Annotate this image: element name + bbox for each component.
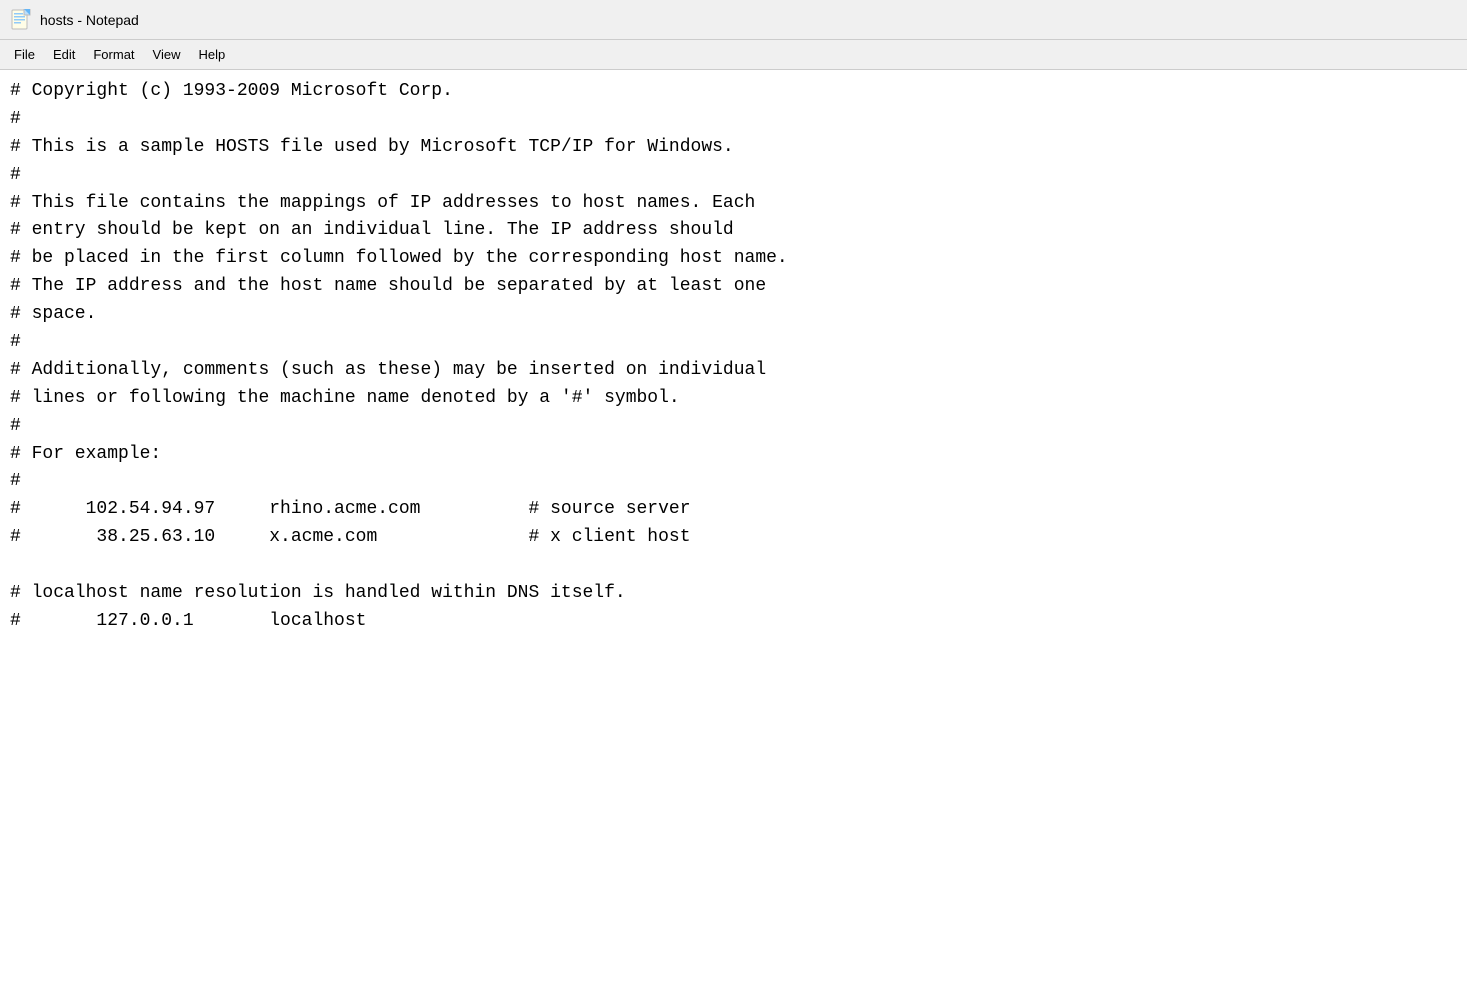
menu-file[interactable]: File xyxy=(6,44,43,65)
menu-view[interactable]: View xyxy=(145,44,189,65)
title-bar: hosts - Notepad xyxy=(0,0,1467,40)
menu-help[interactable]: Help xyxy=(190,44,233,65)
menu-format[interactable]: Format xyxy=(85,44,142,65)
notepad-icon xyxy=(10,9,32,31)
notepad-window: hosts - Notepad File Edit Format View He… xyxy=(0,0,1467,985)
window-title: hosts - Notepad xyxy=(40,12,139,28)
text-editor-area[interactable]: # Copyright (c) 1993-2009 Microsoft Corp… xyxy=(0,70,1467,985)
file-content: # Copyright (c) 1993-2009 Microsoft Corp… xyxy=(10,78,1457,636)
menu-bar: File Edit Format View Help xyxy=(0,40,1467,70)
menu-edit[interactable]: Edit xyxy=(45,44,83,65)
